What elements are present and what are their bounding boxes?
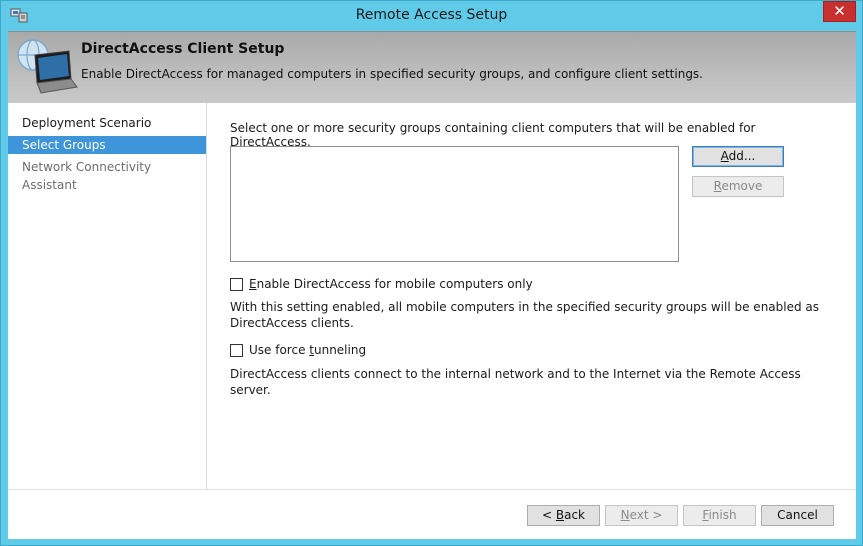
back-button[interactable]: < Back — [527, 505, 600, 526]
nav-item-label: Deployment Scenario — [22, 116, 152, 130]
wizard-nav: Deployment Scenario Select Groups Networ… — [8, 103, 207, 489]
nav-item-deployment-scenario[interactable]: Deployment Scenario — [8, 114, 206, 132]
mobile-only-option[interactable]: Enable DirectAccess for mobile computers… — [230, 277, 533, 291]
window-title: Remote Access Setup — [355, 7, 508, 23]
instruction-text: Select one or more security groups conta… — [230, 121, 756, 149]
remote-access-setup-window: Remote Access Setup ✕ DirectAccess Clien… — [0, 0, 863, 546]
wizard-content: Deployment Scenario Select Groups Networ… — [8, 103, 856, 539]
footer-divider — [8, 489, 856, 490]
title-bar[interactable]: Remote Access Setup ✕ — [1, 1, 862, 31]
nav-item-label: Network Connectivity Assistant — [22, 160, 152, 192]
page-title: DirectAccess Client Setup — [81, 41, 285, 57]
mobile-only-note: With this setting enabled, all mobile co… — [230, 300, 820, 330]
cancel-button[interactable]: Cancel — [761, 505, 834, 526]
nav-item-network-connectivity-assistant[interactable]: Network Connectivity Assistant — [8, 158, 206, 192]
force-tunneling-label: Use force tunneling — [249, 343, 367, 357]
add-group-button[interactable]: Add... — [692, 146, 784, 167]
force-tunneling-option[interactable]: Use force tunneling — [230, 343, 366, 357]
nav-item-label: Select Groups — [22, 138, 106, 152]
finish-button[interactable]: Finish — [683, 505, 756, 526]
force-tunneling-note: DirectAccess clients connect to the inte… — [230, 367, 801, 397]
main-panel: Select one or more security groups conta… — [230, 103, 840, 489]
mobile-only-checkbox[interactable] — [230, 277, 243, 291]
security-groups-list[interactable] — [230, 146, 679, 262]
remove-group-button[interactable]: Remove — [692, 176, 784, 197]
laptop-network-icon — [17, 39, 78, 94]
close-icon: ✕ — [833, 2, 846, 20]
close-button[interactable]: ✕ — [823, 1, 856, 22]
mobile-only-label: Enable DirectAccess for mobile computers… — [249, 277, 533, 291]
nav-item-select-groups[interactable]: Select Groups — [8, 136, 206, 154]
force-tunneling-checkbox[interactable] — [230, 343, 243, 357]
wizard-header: DirectAccess Client Setup Enable DirectA… — [8, 31, 856, 103]
next-button[interactable]: Next > — [605, 505, 678, 526]
page-description: Enable DirectAccess for managed computer… — [81, 67, 703, 81]
